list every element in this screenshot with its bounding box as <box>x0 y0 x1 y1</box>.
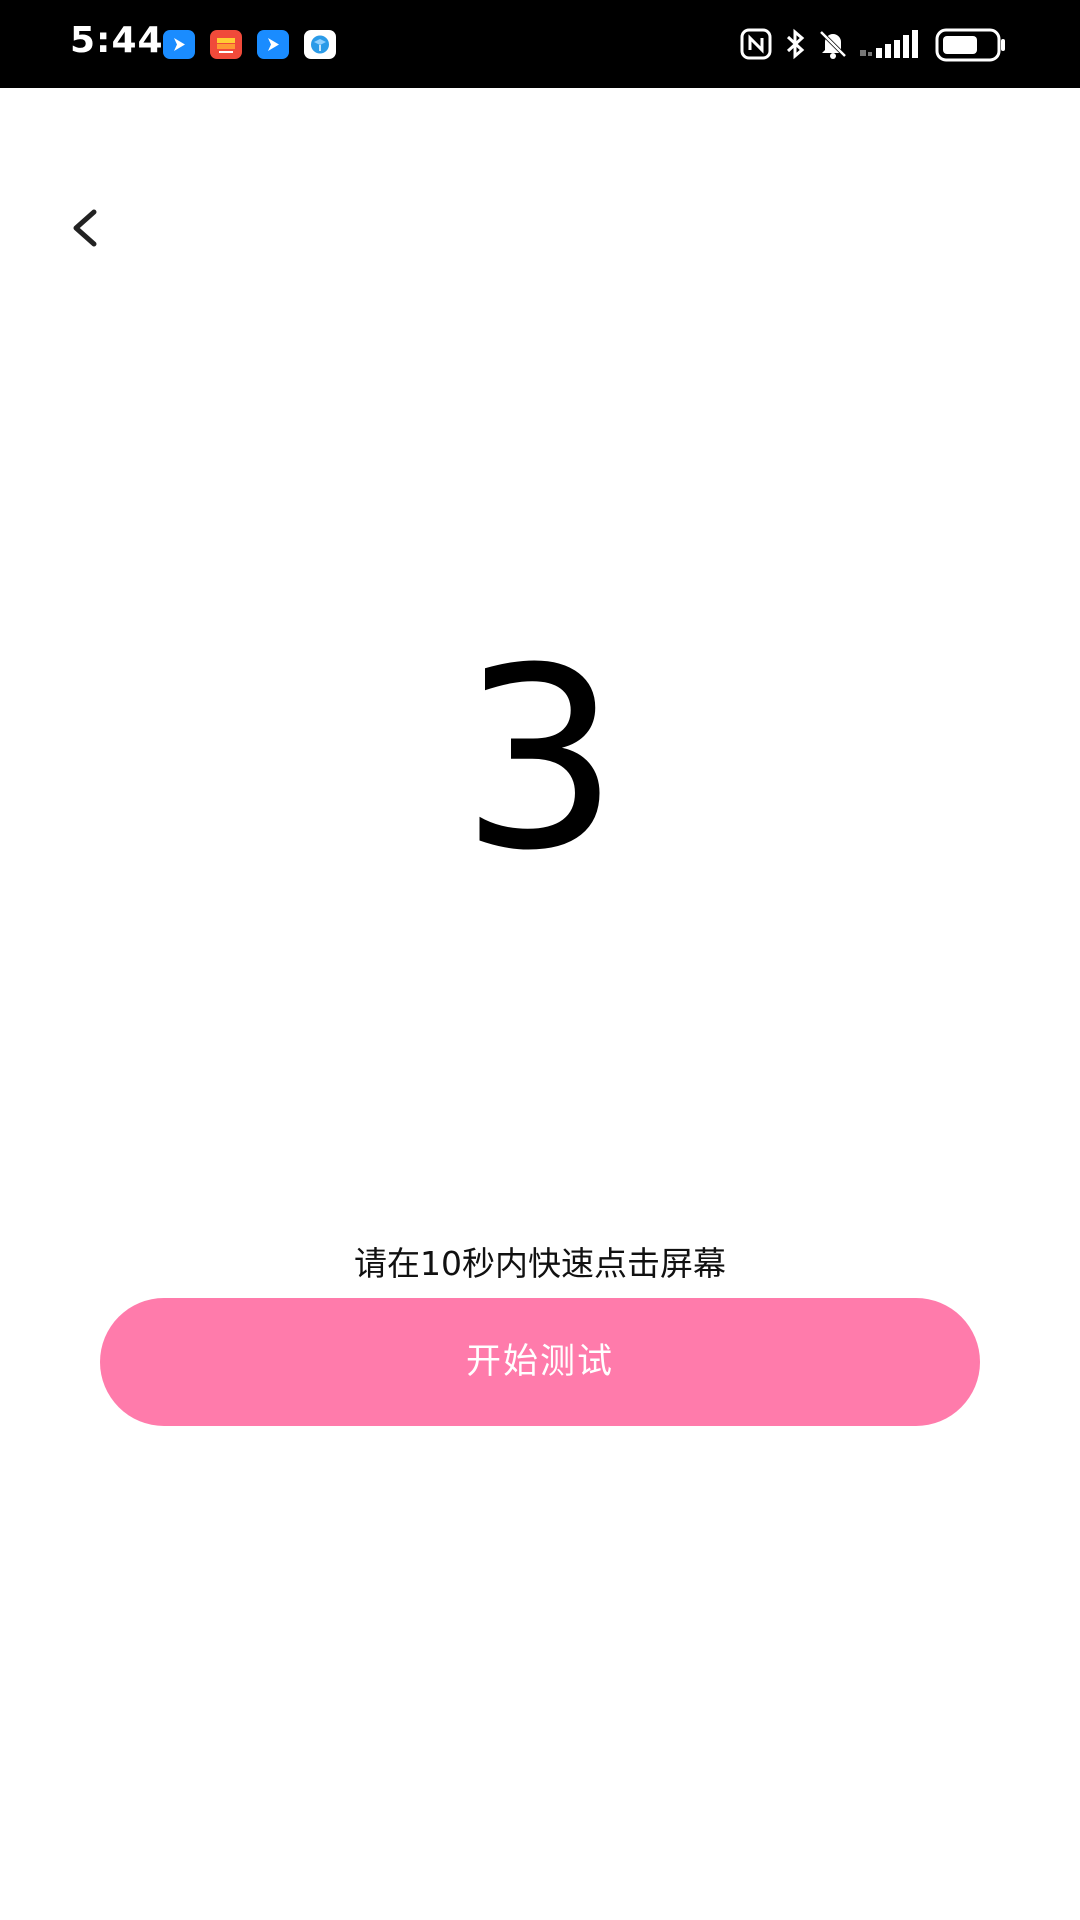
cube-app-icon <box>304 30 336 59</box>
status-time: 5:44 <box>70 20 164 61</box>
image-app-icon <box>210 30 242 59</box>
send-app-icon <box>257 30 289 59</box>
nfc-icon <box>740 28 772 64</box>
countdown-number: 3 <box>460 614 620 905</box>
signal-icon <box>860 30 922 64</box>
battery-icon <box>935 28 1007 66</box>
bluetooth-icon <box>783 28 807 64</box>
status-bar: 5:44 <box>0 0 1080 88</box>
back-button[interactable] <box>60 200 110 256</box>
start-test-button[interactable]: 开始测试 <box>100 1298 980 1426</box>
mute-bell-icon <box>817 28 849 64</box>
send-app-icon <box>163 30 195 59</box>
chevron-left-icon <box>73 209 97 247</box>
instruction-text: 请在10秒内快速点击屏幕 <box>354 1244 726 1283</box>
